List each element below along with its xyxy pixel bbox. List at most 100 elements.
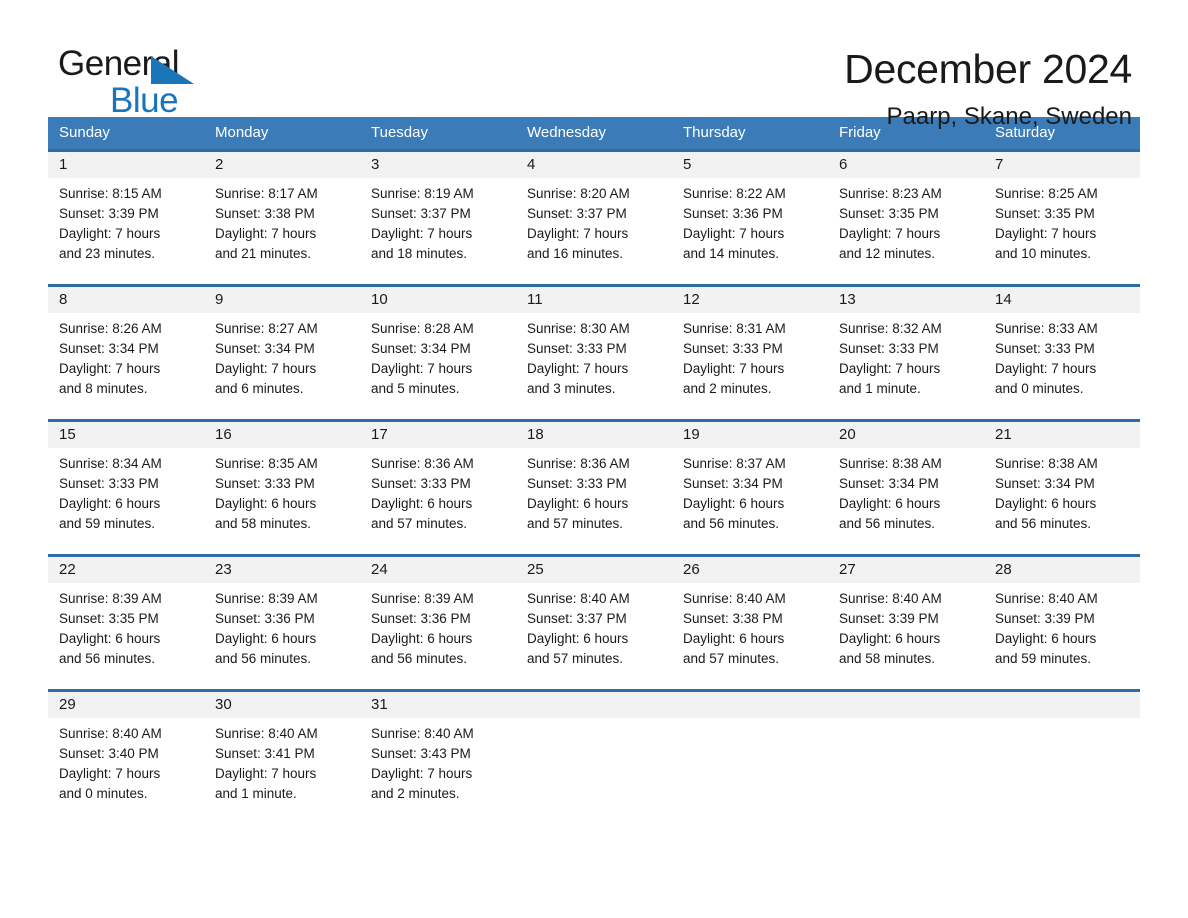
day-number: 16 (204, 422, 360, 448)
day-details: Sunrise: 8:39 AM Sunset: 3:36 PM Daylight:… (360, 583, 516, 669)
daylight-text-line2: and 2 minutes. (371, 786, 460, 801)
day-cell[interactable]: 16 Sunrise: 8:35 AM Sunset: 3:33 PM Dayligh… (204, 422, 360, 554)
sunset-text: Sunset: 3:38 PM (683, 611, 783, 626)
day-number: 23 (204, 557, 360, 583)
day-cell[interactable]: 28 Sunrise: 8:40 AM Sunset: 3:39 PM Dayligh… (984, 557, 1140, 689)
day-cell[interactable]: 18 Sunrise: 8:36 AM Sunset: 3:33 PM Dayligh… (516, 422, 672, 554)
day-number: 3 (360, 152, 516, 178)
day-details: Sunrise: 8:20 AM Sunset: 3:37 PM Daylight:… (516, 178, 672, 264)
day-details: Sunrise: 8:40 AM Sunset: 3:41 PM Daylight:… (204, 718, 360, 804)
daylight-text-line2: and 56 minutes. (371, 651, 468, 666)
day-cell[interactable]: 14 Sunrise: 8:33 AM Sunset: 3:33 PM Dayligh… (984, 287, 1140, 419)
day-cell[interactable]: 24 Sunrise: 8:39 AM Sunset: 3:36 PM Dayligh… (360, 557, 516, 689)
sunrise-text: Sunrise: 8:36 AM (527, 456, 630, 471)
day-cell[interactable]: 22 Sunrise: 8:39 AM Sunset: 3:35 PM Dayligh… (48, 557, 204, 689)
sunset-text: Sunset: 3:33 PM (527, 476, 627, 491)
sunset-text: Sunset: 3:33 PM (683, 341, 783, 356)
day-details: Sunrise: 8:23 AM Sunset: 3:35 PM Daylight:… (828, 178, 984, 264)
day-number: 14 (984, 287, 1140, 313)
day-cell[interactable]: 11 Sunrise: 8:30 AM Sunset: 3:33 PM Dayligh… (516, 287, 672, 419)
day-cell[interactable]: 13 Sunrise: 8:32 AM Sunset: 3:33 PM Dayligh… (828, 287, 984, 419)
day-cell[interactable]: 4 Sunrise: 8:20 AM Sunset: 3:37 PM Daylight… (516, 152, 672, 284)
day-cell[interactable]: 27 Sunrise: 8:40 AM Sunset: 3:39 PM Dayligh… (828, 557, 984, 689)
generalblue-logo[interactable]: General Blue (48, 44, 278, 118)
day-cell[interactable]: 8 Sunrise: 8:26 AM Sunset: 3:34 PM Daylight… (48, 287, 204, 419)
day-cell[interactable]: 15 Sunrise: 8:34 AM Sunset: 3:33 PM Dayligh… (48, 422, 204, 554)
day-details: Sunrise: 8:40 AM Sunset: 3:37 PM Daylight:… (516, 583, 672, 669)
day-cell[interactable]: 26 Sunrise: 8:40 AM Sunset: 3:38 PM Dayligh… (672, 557, 828, 689)
day-cell[interactable]: 19 Sunrise: 8:37 AM Sunset: 3:34 PM Dayligh… (672, 422, 828, 554)
day-details: Sunrise: 8:31 AM Sunset: 3:33 PM Daylight:… (672, 313, 828, 399)
day-cell[interactable]: 31 Sunrise: 8:40 AM Sunset: 3:43 PM Dayligh… (360, 692, 516, 823)
sunrise-text: Sunrise: 8:19 AM (371, 186, 474, 201)
day-cell[interactable]: 20 Sunrise: 8:38 AM Sunset: 3:34 PM Dayligh… (828, 422, 984, 554)
day-details: Sunrise: 8:32 AM Sunset: 3:33 PM Daylight:… (828, 313, 984, 399)
day-details (672, 718, 828, 724)
day-cell[interactable]: 17 Sunrise: 8:36 AM Sunset: 3:33 PM Dayligh… (360, 422, 516, 554)
daylight-text-line2: and 56 minutes. (995, 516, 1092, 531)
day-details: Sunrise: 8:40 AM Sunset: 3:40 PM Daylight:… (48, 718, 204, 804)
day-cell[interactable]: 7 Sunrise: 8:25 AM Sunset: 3:35 PM Daylight… (984, 152, 1140, 284)
day-cell[interactable]: 2 Sunrise: 8:17 AM Sunset: 3:38 PM Daylight… (204, 152, 360, 284)
sunset-text: Sunset: 3:34 PM (995, 476, 1095, 491)
sunset-text: Sunset: 3:39 PM (995, 611, 1095, 626)
daylight-text-line2: and 10 minutes. (995, 246, 1092, 261)
weekday-header-row: Sunday Monday Tuesday Wednesday Thursday… (48, 117, 1140, 149)
day-cell[interactable]: 29 Sunrise: 8:40 AM Sunset: 3:40 PM Dayligh… (48, 692, 204, 823)
daylight-text-line1: Daylight: 7 hours (683, 361, 785, 376)
daylight-text-line1: Daylight: 6 hours (683, 496, 785, 511)
sunrise-text: Sunrise: 8:20 AM (527, 186, 630, 201)
day-cell[interactable]: 12 Sunrise: 8:31 AM Sunset: 3:33 PM Dayligh… (672, 287, 828, 419)
day-cell[interactable]: 6 Sunrise: 8:23 AM Sunset: 3:35 PM Daylight… (828, 152, 984, 284)
day-cell[interactable]: 5 Sunrise: 8:22 AM Sunset: 3:36 PM Daylight… (672, 152, 828, 284)
sunset-text: Sunset: 3:33 PM (995, 341, 1095, 356)
day-number: 21 (984, 422, 1140, 448)
sunrise-text: Sunrise: 8:40 AM (371, 726, 474, 741)
week-row: 29 Sunrise: 8:40 AM Sunset: 3:40 PM Dayligh… (48, 689, 1140, 823)
logo-triangle-icon (151, 56, 194, 84)
day-cell[interactable]: 10 Sunrise: 8:28 AM Sunset: 3:34 PM Dayligh… (360, 287, 516, 419)
daylight-text-line2: and 57 minutes. (527, 651, 624, 666)
sunset-text: Sunset: 3:34 PM (683, 476, 783, 491)
day-number: 25 (516, 557, 672, 583)
day-details: Sunrise: 8:39 AM Sunset: 3:36 PM Daylight:… (204, 583, 360, 669)
sunrise-text: Sunrise: 8:17 AM (215, 186, 318, 201)
sunset-text: Sunset: 3:41 PM (215, 746, 315, 761)
sunset-text: Sunset: 3:35 PM (839, 206, 939, 221)
week-row: 22 Sunrise: 8:39 AM Sunset: 3:35 PM Dayligh… (48, 554, 1140, 689)
sunrise-text: Sunrise: 8:40 AM (995, 591, 1098, 606)
sunset-text: Sunset: 3:37 PM (527, 206, 627, 221)
sunrise-text: Sunrise: 8:40 AM (683, 591, 786, 606)
daylight-text-line1: Daylight: 6 hours (995, 496, 1097, 511)
sunrise-text: Sunrise: 8:26 AM (59, 321, 162, 336)
day-details: Sunrise: 8:33 AM Sunset: 3:33 PM Daylight:… (984, 313, 1140, 399)
day-cell[interactable]: 23 Sunrise: 8:39 AM Sunset: 3:36 PM Dayligh… (204, 557, 360, 689)
day-number: 18 (516, 422, 672, 448)
daylight-text-line2: and 21 minutes. (215, 246, 312, 261)
day-cell[interactable]: 21 Sunrise: 8:38 AM Sunset: 3:34 PM Dayligh… (984, 422, 1140, 554)
day-details: Sunrise: 8:27 AM Sunset: 3:34 PM Daylight:… (204, 313, 360, 399)
day-details: Sunrise: 8:37 AM Sunset: 3:34 PM Daylight:… (672, 448, 828, 534)
sunrise-text: Sunrise: 8:27 AM (215, 321, 318, 336)
daylight-text-line1: Daylight: 7 hours (59, 226, 161, 241)
daylight-text-line2: and 0 minutes. (59, 786, 148, 801)
day-details (984, 718, 1140, 724)
day-number: 28 (984, 557, 1140, 583)
day-details: Sunrise: 8:26 AM Sunset: 3:34 PM Daylight:… (48, 313, 204, 399)
day-cell[interactable]: 9 Sunrise: 8:27 AM Sunset: 3:34 PM Daylight… (204, 287, 360, 419)
day-number: 15 (48, 422, 204, 448)
day-cell[interactable]: 25 Sunrise: 8:40 AM Sunset: 3:37 PM Dayligh… (516, 557, 672, 689)
daylight-text-line1: Daylight: 7 hours (995, 226, 1097, 241)
day-cell[interactable]: 1 Sunrise: 8:15 AM Sunset: 3:39 PM Daylight… (48, 152, 204, 284)
day-details: Sunrise: 8:25 AM Sunset: 3:35 PM Daylight:… (984, 178, 1140, 264)
sunrise-text: Sunrise: 8:39 AM (215, 591, 318, 606)
day-number: 31 (360, 692, 516, 718)
daylight-text-line1: Daylight: 6 hours (995, 631, 1097, 646)
daylight-text-line1: Daylight: 7 hours (371, 766, 473, 781)
weekday-header-tuesday: Tuesday (371, 124, 428, 141)
day-cell[interactable]: 3 Sunrise: 8:19 AM Sunset: 3:37 PM Daylight… (360, 152, 516, 284)
sunrise-text: Sunrise: 8:39 AM (59, 591, 162, 606)
sunrise-text: Sunrise: 8:23 AM (839, 186, 942, 201)
daylight-text-line1: Daylight: 7 hours (59, 766, 161, 781)
day-cell[interactable]: 30 Sunrise: 8:40 AM Sunset: 3:41 PM Dayligh… (204, 692, 360, 823)
